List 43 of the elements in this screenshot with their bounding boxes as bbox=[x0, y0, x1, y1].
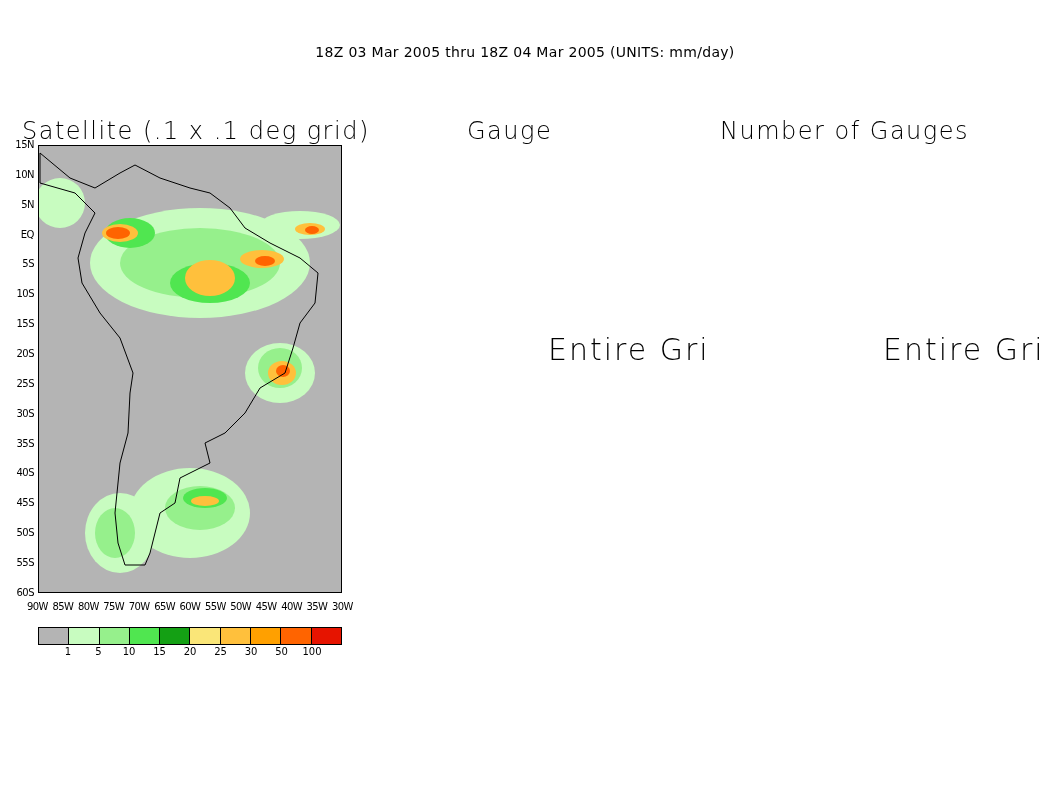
longitude-label: 60W bbox=[178, 601, 202, 613]
latitude-label: 55S bbox=[16, 557, 34, 570]
panel-message: Entire Gri bbox=[548, 332, 711, 367]
latitude-label: 10N bbox=[15, 168, 34, 181]
panel-title: Gauge bbox=[467, 117, 554, 145]
legend-label: 5 bbox=[94, 646, 103, 658]
latitude-label: EQ bbox=[20, 228, 34, 241]
longitude-label: 40W bbox=[280, 601, 304, 613]
latitude-label: 30S bbox=[16, 407, 34, 420]
latitude-label: 35S bbox=[16, 437, 34, 450]
legend-label: 25 bbox=[213, 646, 228, 658]
latitude-label: 5S bbox=[22, 258, 34, 271]
legend-label: 10 bbox=[121, 646, 137, 658]
longitude-label: 55W bbox=[203, 601, 227, 613]
longitude-label: 50W bbox=[229, 601, 253, 613]
longitude-label: 45W bbox=[254, 601, 278, 613]
longitude-label: 30W bbox=[330, 601, 354, 613]
panel-title: Number of Gauges bbox=[720, 117, 970, 145]
latitude-label: 15N bbox=[15, 139, 34, 151]
latitude-label: 45S bbox=[16, 497, 34, 510]
latitude-label: 15S bbox=[16, 318, 34, 331]
latitude-label: 60S bbox=[16, 586, 34, 599]
plot-title: 18Z 03 Mar 2005 thru 18Z 04 Mar 2005 (UNITS: mm/day) bbox=[314, 43, 736, 62]
legend-label: 1 bbox=[63, 646, 73, 658]
panel-message: Entire Gri bbox=[883, 332, 1046, 367]
latitude-label: 5N bbox=[21, 198, 34, 211]
legend-label: 20 bbox=[182, 646, 198, 658]
latitude-label: 10S bbox=[16, 288, 34, 301]
longitude-label: 90W bbox=[26, 601, 49, 613]
longitude-label: 70W bbox=[127, 601, 151, 613]
longitude-label: 85W bbox=[51, 601, 75, 613]
latitude-label: 20S bbox=[16, 348, 34, 360]
longitude-label: 80W bbox=[76, 601, 100, 613]
legend-label: 100 bbox=[301, 646, 323, 658]
legend-label: 50 bbox=[274, 646, 289, 658]
latitude-label: 25S bbox=[16, 377, 34, 390]
longitude-label: 75W bbox=[102, 601, 126, 613]
latitude-label: 50S bbox=[16, 527, 34, 540]
latitude-label: 40S bbox=[16, 467, 34, 480]
longitude-label: 35W bbox=[305, 601, 329, 613]
legend-label: 30 bbox=[243, 646, 259, 658]
legend-label: 15 bbox=[152, 646, 167, 658]
longitude-label: 65W bbox=[153, 601, 177, 613]
